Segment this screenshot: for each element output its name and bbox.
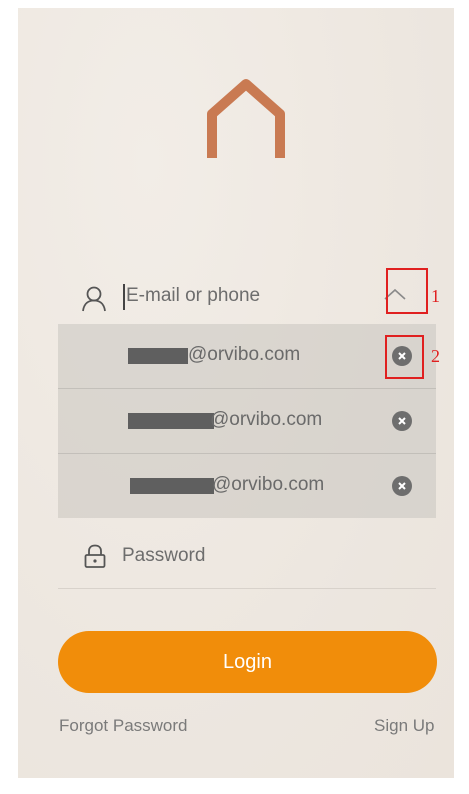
account-item[interactable]: @orvibo.com [58,324,436,389]
sign-up-link[interactable]: Sign Up [374,716,434,736]
annotation-number: 2 [431,346,440,366]
login-screen: E-mail or phone @orvibo.com @orvibo.com … [18,8,454,778]
password-divider [58,588,436,589]
annotation-number: 1 [431,286,440,306]
redacted-username [128,348,188,364]
text-cursor [123,284,125,310]
password-input[interactable]: Password [122,545,205,567]
forgot-password-link[interactable]: Forgot Password [59,716,188,736]
user-icon [82,286,106,312]
email-input[interactable]: E-mail or phone [126,285,260,307]
logo-icon [207,79,285,158]
account-domain: @orvibo.com [210,409,323,430]
redacted-username [128,413,214,429]
account-item[interactable]: @orvibo.com [58,389,436,454]
redacted-username [130,478,214,494]
lock-icon [84,544,106,568]
account-domain: @orvibo.com [188,344,301,365]
clear-account-icon[interactable] [392,411,412,431]
login-button[interactable]: Login [58,631,437,693]
clear-account-icon[interactable] [392,476,412,496]
annotation-box [386,268,428,314]
account-dropdown: @orvibo.com @orvibo.com @orvibo.com [58,324,436,518]
account-domain: @orvibo.com [212,474,325,495]
annotation-box [385,335,424,379]
password-field-row[interactable]: Password [18,528,454,584]
account-item[interactable]: @orvibo.com [58,454,436,518]
